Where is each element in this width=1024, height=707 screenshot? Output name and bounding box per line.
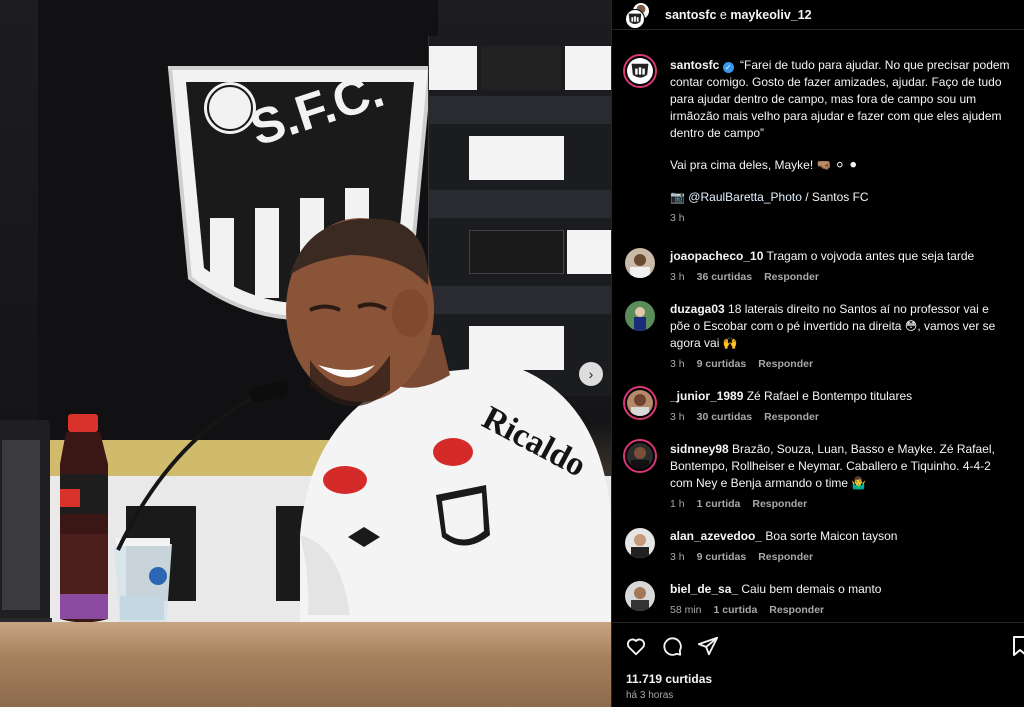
microphone [116,381,288,551]
comment-likes[interactable]: 30 curtidas [697,411,752,423]
comment-body: joaopacheco_10 Tragam o vojvoda antes qu… [670,248,1010,265]
caption: santosfc ✓ “Farei de tudo para ajudar. N… [612,42,1024,224]
comment-item: duzaga03 18 laterais direito no Santos a… [612,301,1024,370]
comment-likes[interactable]: 9 curtidas [697,551,747,563]
caption-time: 3 h [670,212,685,224]
reply-button[interactable]: Responder [758,551,813,563]
comment-user[interactable]: biel_de_sa_ [670,582,738,596]
comment-time: 3 h [670,358,685,370]
comment-likes[interactable]: 36 curtidas [697,271,752,283]
post-time: há 3 horas [626,690,674,701]
header-user-maykeoliv[interactable]: maykeoliv_12 [730,8,811,22]
avatar-santosfc [625,8,645,29]
comment-time: 3 h [670,271,685,283]
commenter-avatar[interactable] [623,439,657,473]
comment-meta: 3 h 9 curtidas Responder [670,551,1010,563]
bookmark-icon[interactable] [1012,635,1024,662]
player-figure: Ricaldo [286,218,611,635]
camera-icon: 📷 [670,190,685,204]
commenter-avatar[interactable] [625,581,655,611]
header-user-santosfc[interactable]: santosfc [665,8,716,22]
comment-item: _junior_1989 Zé Rafael e Bontempo titula… [612,386,1024,423]
laptop [0,420,52,628]
comment-body: biel_de_sa_ Caiu bem demais o manto [670,581,1010,598]
caption-user[interactable]: santosfc [670,58,719,72]
reply-button[interactable]: Responder [758,358,813,370]
commenter-avatar[interactable] [625,528,655,558]
comment-likes[interactable]: 1 curtida [714,604,758,616]
comment-text: Boa sorte Maicon tayson [765,529,898,543]
comment-body: _junior_1989 Zé Rafael e Bontempo titula… [670,388,1010,405]
verified-badge-icon: ✓ [722,62,734,73]
reply-button[interactable]: Responder [752,498,807,510]
heart-icon[interactable] [625,635,647,662]
caption-meta: 3 h [670,212,1010,224]
comment-user[interactable]: alan_azevedoo_ [670,529,762,543]
collab-names: santosfc e maykeoliv_12 [665,8,812,22]
comment-body: alan_azevedoo_ Boa sorte Maicon tayson [670,528,1010,545]
comment-item: joaopacheco_10 Tragam o vojvoda antes qu… [612,248,1024,283]
post-header: santosfc e maykeoliv_12 [612,0,1024,30]
comment-likes[interactable]: 9 curtidas [697,358,747,370]
comment-user[interactable]: sidnney98 [670,442,729,456]
comment-item: alan_azevedoo_ Boa sorte Maicon tayson 3… [612,528,1024,563]
commenter-avatar[interactable] [623,386,657,420]
comment-meta: 58 min 1 curtida Responder [670,604,1010,616]
credit-rest: / Santos FC [801,190,869,204]
post-sidebar: santosfc e maykeoliv_12 santosfc ✓ “Fare… [611,0,1024,707]
comment-user[interactable]: joaopacheco_10 [670,249,763,263]
instagram-post: S.F.C. Ricaldo › santosfc e maykeoliv_12… [0,0,1024,707]
caption-credit: 📷 @RaulBaretta_Photo / Santos FC [670,189,1010,206]
caption-avatar[interactable] [623,54,657,88]
next-photo-button[interactable]: › [579,362,603,386]
comment-item: biel_de_sa_ Caiu bem demais o manto 58 m… [612,581,1024,616]
reply-button[interactable]: Responder [764,271,819,283]
caption-text: “Farei de tudo para ajudar. No que preci… [670,58,1010,140]
comment-text: Tragam o vojvoda antes que seja tarde [766,249,975,263]
comment-user[interactable]: _junior_1989 [670,389,743,403]
comment-icon[interactable] [661,635,683,662]
caption-cheer: Vai pra cima deles, Mayke! 🤜🏽 ⚪ ⚫ [670,158,859,172]
reply-button[interactable]: Responder [769,604,824,616]
comment-time: 3 h [670,551,685,563]
desk [0,622,611,707]
comment-likes[interactable]: 1 curtida [697,498,741,510]
comment-text: Zé Rafael e Bontempo titulares [746,389,913,403]
comment-time: 3 h [670,411,685,423]
reply-button[interactable]: Responder [764,411,819,423]
header-conj: e [719,7,727,22]
comment-body: duzaga03 18 laterais direito no Santos a… [670,301,1010,352]
comment-text: Caiu bem demais o manto [741,582,882,596]
chevron-right-icon: › [588,366,594,382]
comment-body: sidnney98 Brazão, Souza, Luan, Basso e M… [670,441,1010,492]
commenter-avatar[interactable] [625,248,655,278]
credit-link[interactable]: @RaulBaretta_Photo [688,190,802,204]
comment-user[interactable]: duzaga03 [670,302,725,316]
comment-meta: 3 h 9 curtidas Responder [670,358,1010,370]
post-likes[interactable]: 11.719 curtidas [626,672,712,686]
comment-item: sidnney98 Brazão, Souza, Luan, Basso e M… [612,439,1024,510]
comment-meta: 3 h 36 curtidas Responder [670,271,1010,283]
caption-body: santosfc ✓ “Farei de tudo para ajudar. N… [670,42,1010,142]
comment-time: 58 min [670,604,702,616]
action-icons [625,635,719,662]
comment-meta: 1 h 1 curtida Responder [670,498,1010,510]
post-actions: 11.719 curtidas há 3 horas [612,622,1024,707]
collab-avatars[interactable] [625,1,651,29]
comment-meta: 3 h 30 curtidas Responder [670,411,1010,423]
comments-panel[interactable]: santosfc ✓ “Farei de tudo para ajudar. N… [612,42,1024,622]
post-photo[interactable]: S.F.C. Ricaldo › [0,0,611,707]
cola-bottle [60,414,108,623]
commenter-avatar[interactable] [625,301,655,331]
share-icon[interactable] [697,635,719,662]
comment-time: 1 h [670,498,685,510]
